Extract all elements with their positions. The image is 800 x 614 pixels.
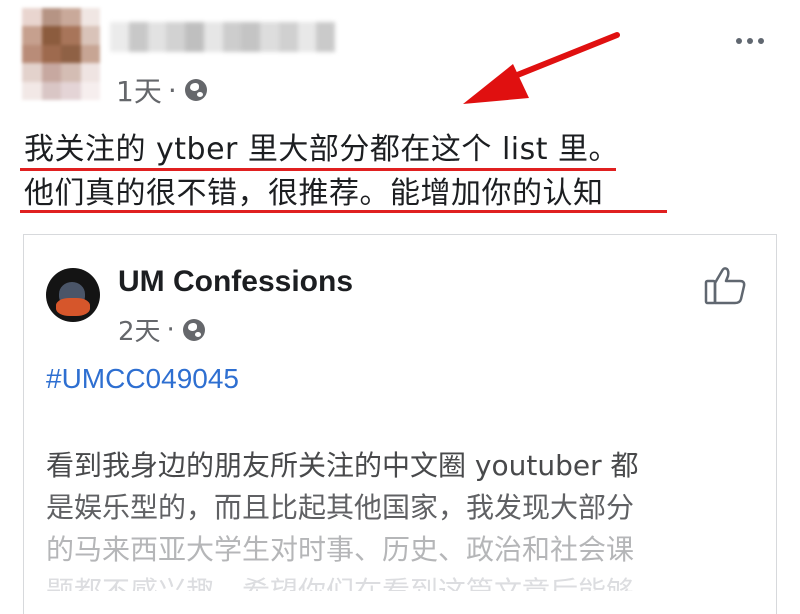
globe-icon: [182, 318, 205, 341]
body-line: 看到我身边的朋友所关注的中文圈 youtuber 都: [46, 449, 639, 482]
thumbs-up-icon[interactable]: [704, 265, 748, 305]
red-underline-annotation: [20, 168, 616, 171]
body-line: 的马来西亚大学生对时事、历史、政治和社会课: [46, 533, 635, 566]
author-avatar[interactable]: [22, 8, 100, 100]
post-timestamp[interactable]: 1天: [116, 70, 162, 110]
body-line: 是娱乐型的，而且比起其他国家，我发现大部分: [46, 491, 635, 524]
shared-post-card[interactable]: UM Confessions 2天 · #UMCC049045 看到我身边的朋友…: [23, 234, 777, 614]
meta-separator: ·: [167, 73, 177, 107]
hashtag-link[interactable]: #UMCC049045: [46, 363, 239, 395]
globe-icon: [184, 79, 207, 101]
body-line: 题都不感兴趣，希望你们在看到这篇文章后能够: [46, 571, 766, 591]
post-text: 我关注的 ytber 里大部分都在这个 list 里。 他们真的很不错，很推荐。…: [24, 128, 619, 216]
red-underline-annotation: [20, 210, 667, 213]
page-name[interactable]: UM Confessions: [118, 265, 353, 299]
post-text-line: 我关注的 ytber 里大部分都在这个 list 里。: [24, 132, 620, 167]
red-arrow-annotation: [463, 32, 620, 104]
shared-post-body: 看到我身边的朋友所关注的中文圈 youtuber 都 是娱乐型的，而且比起其他国…: [46, 445, 766, 591]
author-name[interactable]: [110, 22, 335, 52]
page-avatar[interactable]: [46, 268, 100, 322]
more-options-icon[interactable]: [736, 38, 764, 44]
meta-separator: ·: [166, 314, 175, 345]
shared-post-timestamp[interactable]: 2天: [118, 311, 161, 348]
shared-post-meta: 2天 ·: [118, 311, 205, 348]
post-meta: 1天 ·: [116, 70, 207, 110]
